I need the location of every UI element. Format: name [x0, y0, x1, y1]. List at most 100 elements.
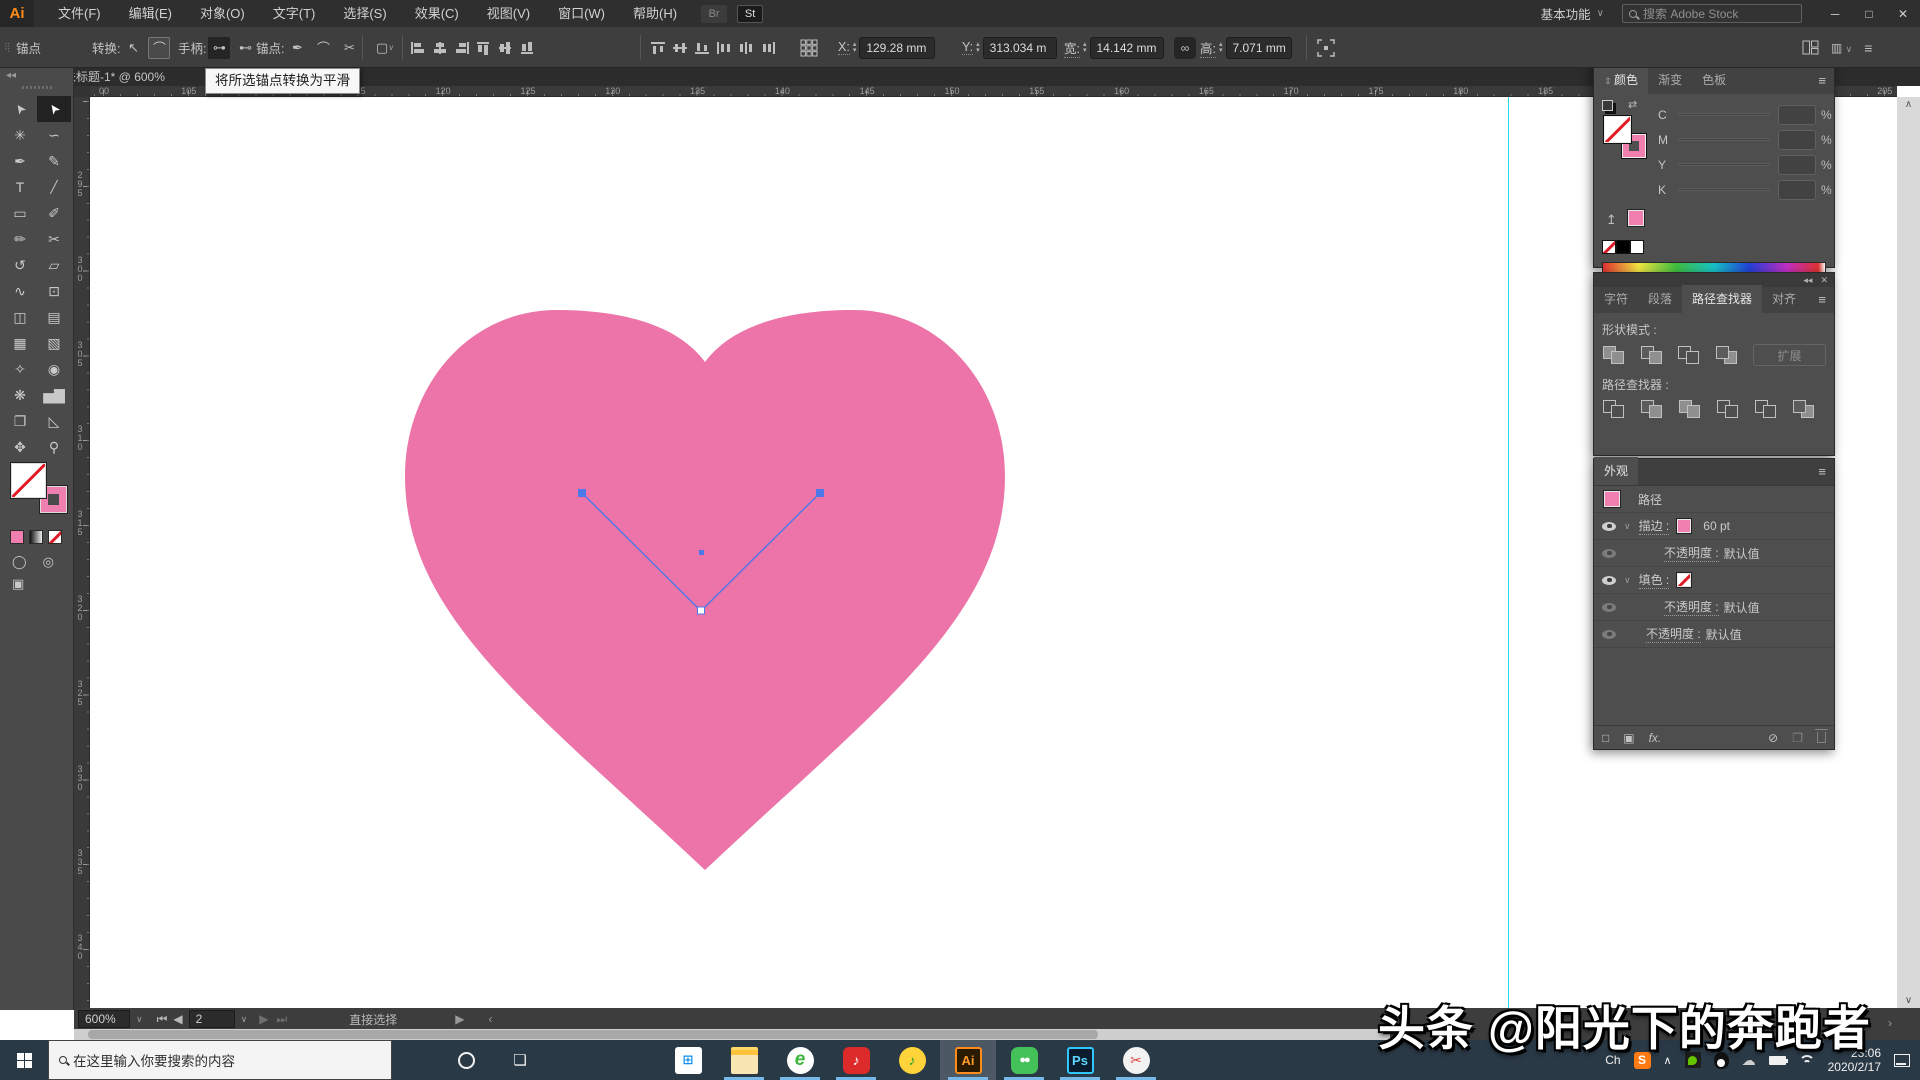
distribute-top-icon[interactable] [650, 41, 666, 55]
collapse-panel-icon[interactable]: ◂◂ [6, 70, 16, 81]
appearance-row-fill[interactable]: ∨ 填色 : [1594, 567, 1834, 594]
status-menu-icon[interactable]: ▶ [455, 1012, 464, 1026]
appearance-row-stroke-opacity[interactable]: 不透明度 : 默认值 [1594, 540, 1834, 567]
width-label[interactable]: 宽: [1064, 38, 1080, 58]
height-stepper[interactable]: ▴▾ [1219, 42, 1223, 54]
x-field[interactable]: 129.28 mm [859, 37, 935, 59]
channel-slider[interactable] [1678, 138, 1770, 141]
curvature-tool[interactable]: ✎ [37, 148, 71, 174]
scissors-tool[interactable]: ✂ [37, 226, 71, 252]
channel-value-field[interactable] [1778, 180, 1816, 200]
scroll-down-icon[interactable]: ∨ [1897, 995, 1920, 1006]
align-left-icon[interactable] [410, 41, 426, 55]
panel-drag-handle[interactable] [22, 86, 52, 89]
convert-to-corner-button[interactable]: ↖ [122, 37, 144, 59]
width-stepper[interactable]: ▴▾ [1083, 42, 1087, 54]
none-button[interactable] [48, 530, 62, 544]
menu-item[interactable]: 效果(C) [401, 0, 473, 27]
paintbrush-tool[interactable]: ✐ [37, 200, 71, 226]
height-label[interactable]: 高: [1200, 38, 1216, 58]
distribute-right-icon[interactable] [760, 41, 776, 55]
bounding-box-icon[interactable]: ▢∨ [374, 37, 396, 59]
direct-selection-tool[interactable]: ➤ [37, 96, 71, 122]
anchor-point-vertex[interactable] [698, 607, 705, 614]
tab-character[interactable]: 字符 [1594, 285, 1638, 313]
shape-builder-tool[interactable]: ◫ [3, 304, 37, 330]
align-bottom-icon[interactable] [520, 41, 536, 55]
new-stroke-icon[interactable]: □ [1602, 731, 1609, 745]
zoom-level-field[interactable]: 600% [78, 1010, 130, 1028]
exclude-icon[interactable] [1715, 345, 1739, 365]
microsoft-store[interactable]: ⊞ [660, 1040, 716, 1080]
appearance-row-fill-opacity[interactable]: 不透明度 : 默认值 [1594, 594, 1834, 621]
zoom-dropdown-icon[interactable]: ∨ [136, 1014, 143, 1025]
adobe-illustrator[interactable]: Ai [940, 1040, 996, 1080]
close-button[interactable]: ✕ [1886, 0, 1920, 27]
channel-value-field[interactable] [1778, 155, 1816, 175]
panel-grip-icon[interactable]: ⢿ [4, 42, 10, 53]
screenshot-tool[interactable]: ✂ [1108, 1040, 1164, 1080]
column-graph-tool[interactable]: ▅▇ [37, 382, 71, 408]
y-stepper[interactable]: ▴▾ [976, 42, 980, 54]
scale-tool[interactable]: ▱ [37, 252, 71, 278]
align-right-icon[interactable] [454, 41, 470, 55]
none-swatch[interactable] [1602, 240, 1616, 254]
stock-search-input[interactable]: 搜索 Adobe Stock [1622, 4, 1802, 23]
scroll-left-icon[interactable]: ‹ [489, 1012, 493, 1026]
qq-music[interactable]: ♪ [884, 1040, 940, 1080]
expand-button[interactable]: 扩展 [1753, 344, 1826, 366]
current-color-swatch[interactable] [1628, 210, 1644, 226]
visibility-eye-icon[interactable] [1602, 549, 1616, 558]
artboard-number-field[interactable]: 2 [189, 1010, 235, 1028]
scroll-right-icon[interactable]: › [1888, 1016, 1892, 1030]
artboard-tool[interactable]: ❐ [3, 408, 37, 434]
channel-slider[interactable] [1678, 188, 1770, 191]
panel-fill-swatch[interactable] [1604, 116, 1631, 143]
eyedropper-tool[interactable]: ✧ [3, 356, 37, 382]
blend-tool[interactable]: ◉ [37, 356, 71, 382]
minimize-button[interactable]: ─ [1818, 0, 1852, 27]
lasso-tool[interactable]: ∽ [37, 122, 71, 148]
tab-paragraph[interactable]: 段落 [1638, 285, 1682, 313]
chevron-down-icon[interactable]: ∨ [1624, 575, 1631, 586]
close-panel-icon[interactable]: ✕ [1820, 275, 1828, 286]
chevron-down-icon[interactable]: ∨ [1624, 521, 1631, 532]
menu-item[interactable]: 对象(O) [186, 0, 259, 27]
unite-icon[interactable] [1602, 345, 1626, 365]
distribute-left-icon[interactable] [716, 41, 732, 55]
cortana-button[interactable] [446, 1040, 486, 1080]
appearance-row-path[interactable]: 路径 [1594, 486, 1834, 513]
gradient-button[interactable] [29, 530, 43, 544]
artboard-dropdown-icon[interactable]: ∨ [241, 1014, 248, 1025]
distribute-vertical-center-icon[interactable] [672, 41, 688, 55]
tab-appearance[interactable]: 外观 [1594, 457, 1638, 485]
scrollbar-thumb[interactable] [88, 1030, 1098, 1039]
outline-icon[interactable] [1754, 399, 1780, 419]
stock-button[interactable]: St [737, 5, 763, 23]
width-field[interactable]: 14.142 mm [1090, 37, 1164, 59]
black-swatch[interactable] [1616, 240, 1630, 254]
intersect-icon[interactable] [1677, 345, 1701, 365]
menu-item[interactable]: 视图(V) [473, 0, 544, 27]
tab-color[interactable]: ⇕ 颜色 [1594, 66, 1648, 94]
zoom-tool[interactable]: ⚲ [37, 434, 71, 460]
previous-color-icon[interactable]: ↥ [1606, 212, 1617, 228]
dock-menu-icon[interactable]: ≡ [1864, 40, 1872, 56]
channel-value-field[interactable] [1778, 130, 1816, 150]
panel-menu-icon[interactable]: ≡ [1818, 292, 1834, 313]
merge-icon[interactable] [1678, 399, 1704, 419]
taskbar-search-input[interactable]: 在这里输入你要搜索的内容 [48, 1040, 392, 1080]
visibility-eye-icon[interactable] [1602, 576, 1616, 585]
duplicate-item-icon[interactable]: ❐ [1792, 731, 1803, 745]
type-tool[interactable]: T [3, 174, 37, 200]
cut-path-icon[interactable]: ⌒ [312, 37, 334, 59]
tab-gradient[interactable]: 渐变 [1648, 66, 1692, 94]
color-button[interactable] [10, 530, 24, 544]
panel-menu-icon[interactable]: ≡ [1818, 464, 1834, 485]
screen-mode-icon[interactable]: ▣ [12, 576, 24, 592]
delete-item-icon[interactable] [1817, 732, 1826, 743]
x-label[interactable]: X: [838, 40, 850, 55]
tab-pathfinder[interactable]: 路径查找器 [1682, 285, 1762, 313]
new-fill-icon[interactable]: ▣ [1623, 731, 1634, 745]
visibility-eye-icon[interactable] [1602, 630, 1616, 639]
